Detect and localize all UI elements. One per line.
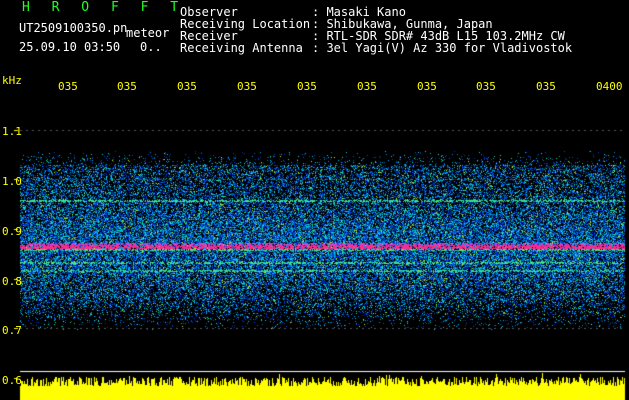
y-tick-label: 0.9 <box>2 225 22 238</box>
antenna-value: : 3el Yagi(V) Az 330 for Vladivostok <box>312 41 573 55</box>
x-tick-label: 035 <box>237 80 257 93</box>
x-tick-label: 035 <box>117 80 137 93</box>
y-tick-label: 0.7 <box>2 324 22 337</box>
spectrogram-canvas <box>0 0 629 400</box>
y-tick-label: 1.0 <box>2 175 22 188</box>
y-tick-label: 0.6 <box>2 374 22 387</box>
x-tick-label: 035 <box>177 80 197 93</box>
antenna-label: Receiving Antenna <box>180 41 303 55</box>
y-tick-label: 0.8 <box>2 275 22 288</box>
x-tick-label: 0400 <box>596 80 623 93</box>
date-time: 25.09.10 03:50 <box>19 40 121 54</box>
y-axis-unit: kHz <box>2 74 22 87</box>
file-name: UT2509100350.pn <box>19 21 128 35</box>
x-tick-label: 035 <box>297 80 317 93</box>
x-tick-label: 035 <box>417 80 437 93</box>
y-tick-label: 1.1 <box>2 125 22 138</box>
x-tick-label: 035 <box>357 80 377 93</box>
x-tick-label: 035 <box>476 80 496 93</box>
file-type: meteor <box>126 26 170 40</box>
program-title: H R O F F T <box>22 0 186 15</box>
count-readout: 0.. <box>140 40 162 54</box>
x-tick-label: 035 <box>536 80 556 93</box>
x-tick-label: 035 <box>58 80 78 93</box>
